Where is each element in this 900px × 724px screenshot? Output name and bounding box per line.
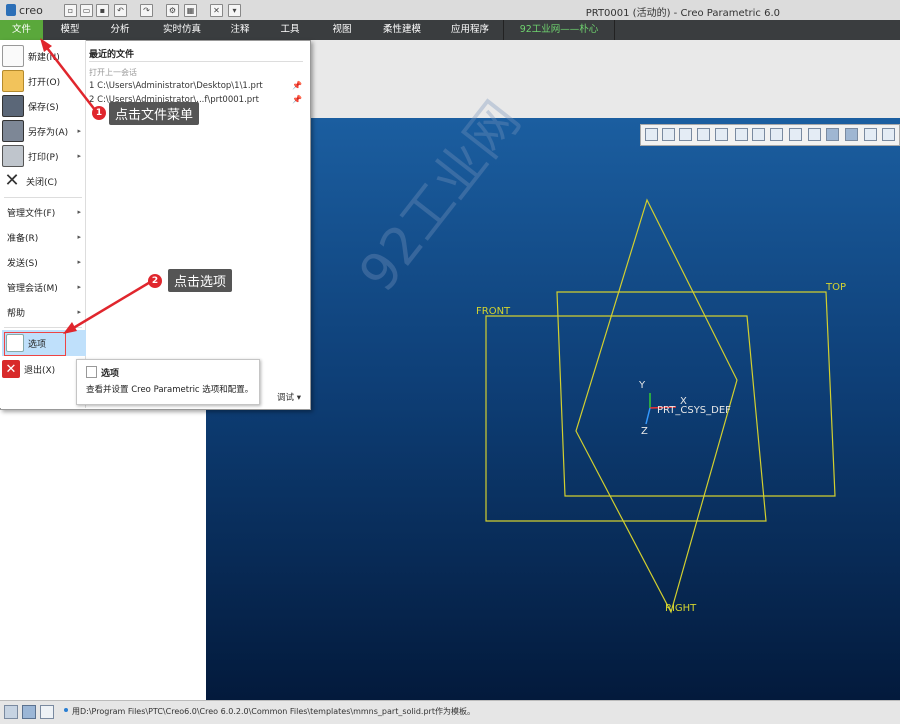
message-bullet-icon bbox=[64, 708, 68, 712]
arrow-2-line bbox=[69, 279, 153, 332]
full-screen-icon[interactable] bbox=[40, 705, 54, 719]
callout-badge-2: 2 bbox=[148, 274, 162, 288]
browser-toggle-icon[interactable] bbox=[22, 705, 36, 719]
model-tree-toggle-icon[interactable] bbox=[4, 705, 18, 719]
arrow-1-head bbox=[40, 38, 52, 52]
status-message: 用D:\Program Files\PTC\Creo6.0\Creo 6.0.2… bbox=[72, 707, 475, 716]
callout-text-2: 点击选项 bbox=[168, 269, 233, 292]
arrow-1-line bbox=[43, 43, 96, 111]
callout-text-1: 点击文件菜单 bbox=[109, 102, 200, 125]
callout-badge-1: 1 bbox=[92, 106, 106, 120]
arrow-2-head bbox=[63, 322, 77, 334]
